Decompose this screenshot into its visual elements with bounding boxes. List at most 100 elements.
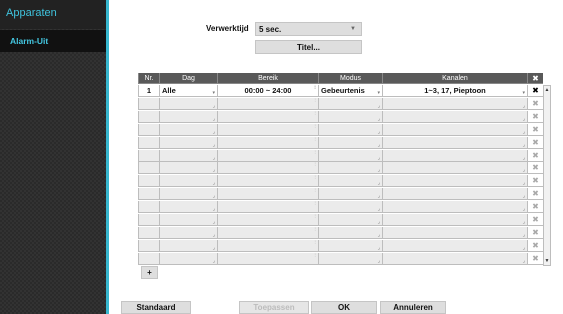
mode-cell[interactable]: ⌟ (318, 226, 382, 239)
title-button[interactable]: Titel... (255, 40, 362, 54)
delete-cell[interactable]: ✖ (527, 188, 543, 201)
channels-cell[interactable]: ⌟ (382, 123, 527, 136)
table-row[interactable]: ⌟ ⁝ ⌟ ⌟ ✖ (138, 149, 544, 162)
day-cell[interactable]: ⌟ (159, 136, 217, 149)
table-row[interactable]: 1 Alle ▾ 00:00 ~ 24:00 ⁝ Gebeurtenis ▾ 1~3, 17,… (138, 85, 544, 97)
channels-cell[interactable]: ⌟ (382, 188, 527, 201)
scroll-down-icon[interactable]: ▼ (544, 257, 550, 265)
delete-cell[interactable]: ✖ (527, 175, 543, 188)
range-cell[interactable]: ⁝ (217, 149, 318, 162)
default-button[interactable]: Standaard (121, 301, 191, 314)
range-cell[interactable]: ⁝ (217, 162, 318, 175)
table-row[interactable]: ⌟ ⁝ ⌟ ⌟ ✖ (138, 136, 544, 149)
mode-cell[interactable]: ⌟ (318, 252, 382, 265)
day-cell[interactable]: ⌟ (159, 226, 217, 239)
day-cell[interactable]: ⌟ (159, 188, 217, 201)
mode-cell[interactable]: ⌟ (318, 123, 382, 136)
channels-cell[interactable]: 1~3, 17, Pieptoon ▾ (382, 85, 527, 97)
day-cell[interactable]: ⌟ (159, 252, 217, 265)
channels-cell[interactable]: ⌟ (382, 136, 527, 149)
range-cell[interactable]: ⁝ (217, 239, 318, 252)
table-row[interactable]: ⌟ ⁝ ⌟ ⌟ ✖ (138, 226, 544, 239)
table-row[interactable]: ⌟ ⁝ ⌟ ⌟ ✖ (138, 175, 544, 188)
channels-cell[interactable]: ⌟ (382, 214, 527, 226)
mode-cell[interactable]: ⌟ (318, 149, 382, 162)
mode-cell[interactable]: ⌟ (318, 97, 382, 110)
channels-cell[interactable]: ⌟ (382, 226, 527, 239)
range-cell[interactable]: ⁝ (217, 175, 318, 188)
day-cell[interactable]: ⌟ (159, 201, 217, 214)
add-row-button[interactable]: + (141, 266, 158, 279)
mode-cell[interactable]: ⌟ (318, 188, 382, 201)
day-cell[interactable]: ⌟ (159, 123, 217, 136)
delete-cell[interactable]: ✖ (527, 252, 543, 265)
table-row[interactable]: ⌟ ⁝ ⌟ ⌟ ✖ (138, 214, 544, 226)
apply-button[interactable]: Toepassen (239, 301, 309, 314)
range-cell[interactable]: 00:00 ~ 24:00 ⁝ (217, 85, 318, 97)
channels-cell[interactable]: ⌟ (382, 175, 527, 188)
nr-cell (138, 226, 159, 239)
delete-cell[interactable]: ✖ (527, 85, 543, 97)
day-cell[interactable]: ⌟ (159, 149, 217, 162)
day-cell[interactable]: ⌟ (159, 97, 217, 110)
table-row[interactable]: ⌟ ⁝ ⌟ ⌟ ✖ (138, 123, 544, 136)
mode-cell[interactable]: ⌟ (318, 201, 382, 214)
mode-cell[interactable]: ⌟ (318, 239, 382, 252)
delete-cell[interactable]: ✖ (527, 239, 543, 252)
range-cell[interactable]: ⁝ (217, 188, 318, 201)
channels-cell[interactable]: ⌟ (382, 239, 527, 252)
day-cell[interactable]: ⌟ (159, 110, 217, 123)
spinner-icon: ⁝ (314, 162, 316, 169)
delete-all-icon[interactable]: ✖ (527, 73, 543, 84)
range-cell[interactable]: ⁝ (217, 226, 318, 239)
day-cell[interactable]: Alle ▾ (159, 85, 217, 97)
delete-cell[interactable]: ✖ (527, 149, 543, 162)
mode-cell[interactable]: ⌟ (318, 175, 382, 188)
scroll-up-icon[interactable]: ▲ (544, 86, 550, 94)
day-cell[interactable]: ⌟ (159, 162, 217, 175)
channels-cell[interactable]: ⌟ (382, 149, 527, 162)
table-row[interactable]: ⌟ ⁝ ⌟ ⌟ ✖ (138, 110, 544, 123)
delete-cell[interactable]: ✖ (527, 214, 543, 226)
range-cell[interactable]: ⁝ (217, 110, 318, 123)
table-row[interactable]: ⌟ ⁝ ⌟ ⌟ ✖ (138, 162, 544, 175)
table-row[interactable]: ⌟ ⁝ ⌟ ⌟ ✖ (138, 239, 544, 252)
dropdown-marker-icon: ⌟ (522, 141, 525, 148)
mode-cell[interactable]: ⌟ (318, 110, 382, 123)
day-cell[interactable]: ⌟ (159, 214, 217, 226)
channels-cell[interactable]: ⌟ (382, 110, 527, 123)
range-cell[interactable]: ⁝ (217, 214, 318, 226)
ok-button[interactable]: OK (311, 301, 377, 314)
delete-cell[interactable]: ✖ (527, 162, 543, 175)
range-cell[interactable]: ⁝ (217, 252, 318, 265)
mode-cell[interactable]: ⌟ (318, 162, 382, 175)
cancel-button[interactable]: Annuleren (380, 301, 446, 314)
delete-cell[interactable]: ✖ (527, 201, 543, 214)
channels-cell[interactable]: ⌟ (382, 201, 527, 214)
delete-cell[interactable]: ✖ (527, 226, 543, 239)
channels-cell[interactable]: ⌟ (382, 97, 527, 110)
range-cell[interactable]: ⁝ (217, 123, 318, 136)
delete-cell[interactable]: ✖ (527, 123, 543, 136)
table-row[interactable]: ⌟ ⁝ ⌟ ⌟ ✖ (138, 97, 544, 110)
day-cell[interactable]: ⌟ (159, 175, 217, 188)
dwell-time-select[interactable]: 5 sec. ▼ (255, 22, 362, 36)
table-row[interactable]: ⌟ ⁝ ⌟ ⌟ ✖ (138, 201, 544, 214)
mode-cell[interactable]: ⌟ (318, 214, 382, 226)
delete-row-icon: ✖ (532, 240, 539, 250)
channels-cell[interactable]: ⌟ (382, 252, 527, 265)
table-row[interactable]: ⌟ ⁝ ⌟ ⌟ ✖ (138, 252, 544, 265)
table-row[interactable]: ⌟ ⁝ ⌟ ⌟ ✖ (138, 188, 544, 201)
range-cell[interactable]: ⁝ (217, 201, 318, 214)
range-cell[interactable]: ⁝ (217, 97, 318, 110)
day-cell[interactable]: ⌟ (159, 239, 217, 252)
table-scrollbar[interactable]: ▲ ▼ (543, 85, 551, 266)
delete-cell[interactable]: ✖ (527, 136, 543, 149)
range-cell[interactable]: ⁝ (217, 136, 318, 149)
sidebar-item-alarm-uit[interactable]: Alarm-Uit (0, 30, 106, 52)
mode-cell[interactable]: Gebeurtenis ▾ (318, 85, 382, 97)
channels-cell[interactable]: ⌟ (382, 162, 527, 175)
delete-cell[interactable]: ✖ (527, 110, 543, 123)
delete-cell[interactable]: ✖ (527, 97, 543, 110)
mode-cell[interactable]: ⌟ (318, 136, 382, 149)
